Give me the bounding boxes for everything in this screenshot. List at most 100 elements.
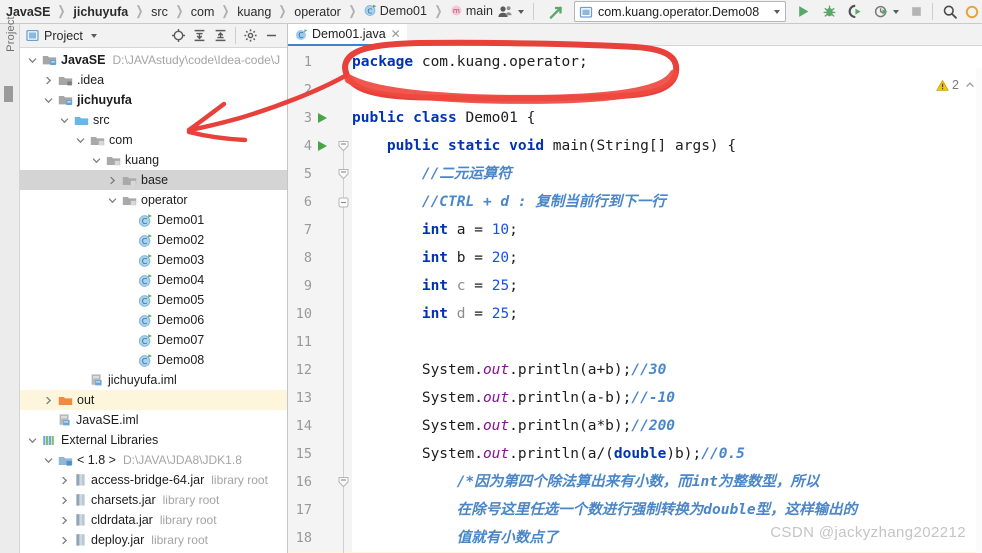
code-line-17[interactable]: 在除号这里任选一个数进行强制转换为double型，这样输出的 — [352, 496, 982, 524]
code-line-13[interactable]: System.out.println(a-b);//-10 — [352, 384, 982, 412]
editor-tab-demo01[interactable]: C Demo01.java ✕ — [288, 24, 407, 46]
tree-node-com[interactable]: com — [20, 130, 287, 150]
chevron-down-icon[interactable] — [91, 150, 102, 170]
tree-node--1-8-[interactable]: < 1.8 > D:\JAVA\JDA8\JDK1.8 — [20, 450, 287, 470]
code-line-9[interactable]: int c = 25; — [352, 272, 982, 300]
tree-node-demo04[interactable]: C Demo04 — [20, 270, 287, 290]
breadcrumb-item-src[interactable]: src — [149, 5, 170, 19]
chevron-right-icon[interactable] — [59, 530, 70, 550]
tree-node-javase-iml[interactable]: JavaSE.iml — [20, 410, 287, 430]
tree-node-deploy-jar[interactable]: deploy.jar library root — [20, 530, 287, 550]
tree-node-out[interactable]: out — [20, 390, 287, 410]
tree-node-demo08[interactable]: C Demo08 — [20, 350, 287, 370]
project-tool-window-tab[interactable]: Project — [5, 8, 17, 60]
chevron-down-icon[interactable] — [892, 9, 899, 14]
chevron-down-icon[interactable] — [59, 110, 70, 130]
fold-end-icon[interactable] — [337, 196, 350, 209]
chevron-down-icon[interactable] — [27, 430, 38, 450]
tree-node-operator[interactable]: operator — [20, 190, 287, 210]
chevron-right-icon[interactable] — [107, 170, 118, 190]
chevron-down-icon[interactable] — [43, 90, 54, 110]
breadcrumb-item-com[interactable]: com — [189, 5, 217, 19]
hide-panel-icon[interactable] — [262, 25, 284, 47]
chevron-down-icon[interactable] — [27, 50, 38, 70]
expand-all-icon[interactable] — [190, 25, 209, 47]
code-line-8[interactable]: int b = 20; — [352, 244, 982, 272]
debug-button[interactable] — [820, 1, 839, 23]
settings-icon[interactable] — [962, 1, 982, 23]
tree-node-src[interactable]: src — [20, 110, 287, 130]
run-with-coverage-button[interactable] — [846, 1, 865, 23]
fold-expanded-icon[interactable] — [337, 476, 350, 489]
tree-node-kuang[interactable]: kuang — [20, 150, 287, 170]
tree-node-charsets-jar[interactable]: charsets.jar library root — [20, 490, 287, 510]
code-line-12[interactable]: System.out.println(a+b);//30 — [352, 356, 982, 384]
code-line-4[interactable]: public static void main(String[] args) { — [352, 132, 982, 160]
run-gutter-icon[interactable] — [318, 141, 327, 151]
code-line-7[interactable]: int a = 10; — [352, 216, 982, 244]
chevron-right-icon[interactable] — [43, 70, 54, 90]
tree-node-demo03[interactable]: C Demo03 — [20, 250, 287, 270]
chevron-down-icon[interactable] — [43, 450, 54, 470]
tree-node--idea[interactable]: .idea — [20, 70, 287, 90]
breadcrumb-item-kuang[interactable]: kuang — [235, 5, 273, 19]
code-line-16[interactable]: /*因为第四个除法算出来有小数，而int为整数型，所以 — [352, 468, 982, 496]
search-icon[interactable] — [940, 1, 960, 23]
tree-node-demo01[interactable]: C Demo01 — [20, 210, 287, 230]
inspection-widget[interactable]: 2 — [936, 78, 976, 92]
run-configuration-selector[interactable]: com.kuang.operator.Demo08 — [573, 1, 786, 22]
project-tree[interactable]: JavaSE D:\JAVAstudy\code\Idea-code\J .idea… — [20, 49, 287, 553]
chevron-right-icon[interactable] — [59, 490, 70, 510]
collapse-all-icon[interactable] — [211, 25, 230, 47]
chevron-right-icon[interactable] — [59, 470, 70, 490]
user-avatar-icon[interactable] — [495, 1, 526, 23]
code-line-5[interactable]: //二元运算符 — [352, 160, 982, 188]
run-button[interactable] — [794, 1, 813, 23]
fold-expanded-icon[interactable] — [337, 140, 350, 153]
source-code[interactable]: package com.kuang.operator; public class … — [352, 46, 982, 553]
code-line-6[interactable]: //CTRL + d : 复制当前行到下一行 — [352, 188, 982, 216]
code-line-10[interactable]: int d = 25; — [352, 300, 982, 328]
code-line-3[interactable]: public class Demo01 { — [352, 104, 982, 132]
code-line-1[interactable]: package com.kuang.operator; — [352, 48, 982, 76]
code-line-2[interactable] — [352, 76, 982, 104]
breadcrumb-item-jichuyufa[interactable]: jichuyufa — [71, 5, 130, 19]
chevron-right-icon[interactable] — [43, 390, 54, 410]
code-line-15[interactable]: System.out.println(a/(double)b);//0.5 — [352, 440, 982, 468]
locate-icon[interactable] — [169, 25, 188, 47]
editor-scrollbar[interactable] — [976, 68, 982, 553]
chevron-up-icon[interactable] — [964, 79, 976, 91]
code-line-14[interactable]: System.out.println(a*b);//200 — [352, 412, 982, 440]
close-icon[interactable]: ✕ — [391, 28, 401, 40]
fold-expanded-icon[interactable] — [337, 168, 350, 181]
folder-gray-icon — [58, 74, 73, 87]
update-arrow-icon[interactable] — [545, 1, 568, 23]
tree-node-demo07[interactable]: C Demo07 — [20, 330, 287, 350]
chevron-down-icon[interactable] — [773, 9, 780, 14]
tree-node-external-libraries[interactable]: External Libraries — [20, 430, 287, 450]
profiler-button[interactable] — [872, 1, 901, 23]
tree-node-demo05[interactable]: C Demo05 — [20, 290, 287, 310]
tree-node-demo02[interactable]: C Demo02 — [20, 230, 287, 250]
tree-node-jichuyufa-iml[interactable]: jichuyufa.iml — [20, 370, 287, 390]
chevron-down-icon[interactable] — [107, 190, 118, 210]
tree-node-demo06[interactable]: C Demo06 — [20, 310, 287, 330]
chevron-down-icon[interactable] — [75, 130, 86, 150]
code-token: double — [613, 446, 667, 462]
tree-node-access-bridge-64-jar[interactable]: access-bridge-64.jar library root — [20, 470, 287, 490]
tree-node-cldrdata-jar[interactable]: cldrdata.jar library root — [20, 510, 287, 530]
tree-node-base[interactable]: base — [20, 170, 287, 190]
tree-node-jichuyufa[interactable]: jichuyufa — [20, 90, 287, 110]
settings-gear-icon[interactable] — [241, 25, 260, 47]
tree-node-javase[interactable]: JavaSE D:\JAVAstudy\code\Idea-code\J — [20, 50, 287, 70]
code-folding-strip[interactable] — [336, 46, 352, 553]
run-gutter-icon[interactable] — [318, 113, 327, 123]
breadcrumb-item-main[interactable]: m main — [448, 4, 495, 20]
chevron-down-icon[interactable] — [90, 33, 97, 38]
breadcrumb-item-operator[interactable]: operator — [292, 5, 343, 19]
code-line-11[interactable] — [352, 328, 982, 356]
code-editor[interactable]: 12345678910111213141516171819 package co… — [288, 46, 982, 553]
breadcrumb-item-demo01[interactable]: C Demo01 — [362, 4, 429, 20]
chevron-right-icon[interactable] — [59, 510, 70, 530]
